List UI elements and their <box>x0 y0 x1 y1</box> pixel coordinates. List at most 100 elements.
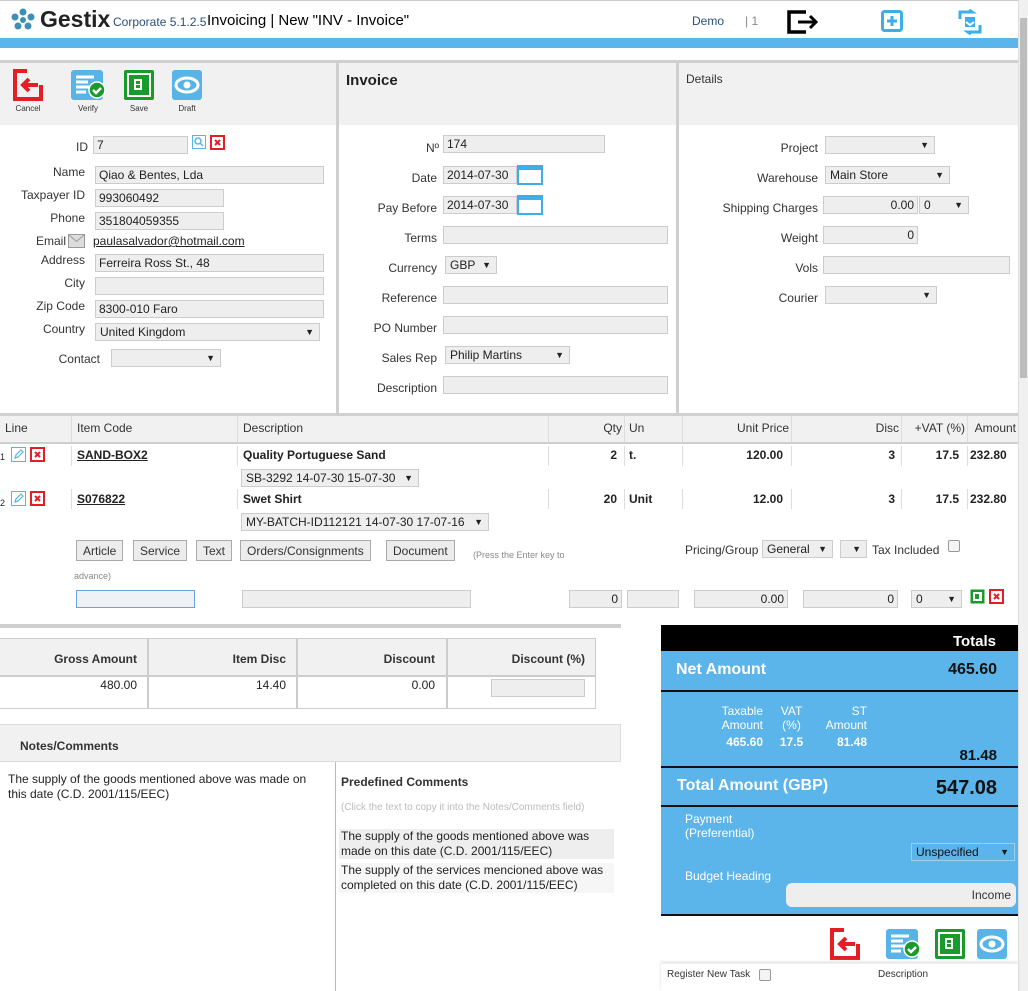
cancel-line-icon[interactable] <box>989 589 1004 604</box>
clear-customer-icon[interactable] <box>210 135 225 150</box>
details-panel-header <box>679 63 1018 125</box>
customer-id-input[interactable]: 7 <box>93 136 188 154</box>
zip-input[interactable]: 8300-010 Faro <box>95 300 324 318</box>
pay-before-input[interactable]: 2014-07-30 <box>443 196 517 214</box>
save-icon <box>124 70 154 100</box>
col-item-code: Item Code <box>77 421 133 435</box>
amount: 232.80 <box>970 492 1007 506</box>
address-label: Address <box>40 253 85 267</box>
calendar-icon[interactable] <box>517 165 543 185</box>
terms-label: Terms <box>404 231 437 245</box>
draft-eye-icon <box>172 70 202 100</box>
discount-header: Discount <box>383 652 435 666</box>
country-select[interactable]: United Kingdom ▼ <box>95 323 320 341</box>
user-name[interactable]: Demo <box>692 14 724 28</box>
col-unit-price: Unit Price <box>736 421 789 435</box>
project-select[interactable]: ▼ <box>825 136 935 154</box>
col-amount: Amount <box>974 421 1016 435</box>
new-vat-select[interactable]: 0 ▼ <box>911 590 962 608</box>
cancel-button[interactable]: Cancel <box>8 68 48 113</box>
col-vat: +VAT (%) <box>914 421 965 435</box>
new-qty-input[interactable]: 0 <box>569 590 622 608</box>
po-input[interactable] <box>443 316 668 334</box>
payment-select[interactable]: Unspecified ▼ <box>911 843 1015 861</box>
number-label: Nº <box>425 141 439 155</box>
reference-input[interactable] <box>443 286 668 304</box>
delete-icon[interactable] <box>30 447 45 462</box>
vat-pct-value: 17.5 <box>779 735 804 749</box>
currency-value: GBP <box>450 258 476 272</box>
new-unit-input[interactable] <box>627 590 679 608</box>
project-label: Project <box>780 141 818 155</box>
total-amount-value: 547.08 <box>935 777 997 799</box>
shipping-input[interactable]: 0.00 <box>823 196 918 214</box>
delete-icon[interactable] <box>30 491 45 506</box>
envelope-icon[interactable] <box>68 234 85 248</box>
budget-heading-input[interactable]: Income <box>786 883 1016 907</box>
chevron-down-icon: ▼ <box>1000 847 1009 857</box>
pricing-sub-select[interactable]: ▼ <box>840 540 867 558</box>
terms-input[interactable] <box>443 226 668 244</box>
edit-icon[interactable] <box>11 447 26 462</box>
batch-select[interactable]: SB-3292 14-07-30 15-07-30 ▼ <box>241 469 419 487</box>
address-input[interactable]: Ferreira Ross St., 48 <box>95 254 324 272</box>
email-link[interactable]: paulasalvador@hotmail.com <box>93 234 245 248</box>
verify-bottom-icon[interactable] <box>883 927 923 961</box>
draft-button[interactable]: Draft <box>167 68 207 113</box>
discount-pct-input[interactable] <box>491 679 585 697</box>
invoice-number-input[interactable]: 174 <box>443 135 605 153</box>
description-input[interactable] <box>443 376 668 394</box>
new-description-input[interactable] <box>242 590 471 608</box>
item-description: Quality Portuguese Sand <box>243 448 386 462</box>
shipping-tax-select[interactable]: 0 ▼ <box>919 196 969 214</box>
app-logo[interactable]: Gestix <box>10 6 110 33</box>
col-un: Un <box>629 421 645 435</box>
notes-textarea[interactable]: The supply of the goods mentioned above … <box>8 772 328 802</box>
cancel-bottom-icon[interactable] <box>828 927 862 961</box>
new-price-input[interactable]: 0.00 <box>694 590 788 608</box>
city-input[interactable] <box>95 277 324 295</box>
currency-select[interactable]: GBP ▼ <box>445 256 497 274</box>
taxpayer-input[interactable]: 993060492 <box>95 189 224 207</box>
new-item-code-input[interactable] <box>76 590 195 608</box>
name-input[interactable]: Qiao & Bentes, Lda <box>95 166 324 184</box>
chevron-down-icon: ▼ <box>482 260 491 270</box>
phone-input[interactable]: 351804059355 <box>95 212 224 230</box>
tax-included-checkbox[interactable] <box>948 540 960 552</box>
sales-rep-select[interactable]: Philip Martins ▼ <box>445 346 570 364</box>
predefined-comment[interactable]: The supply of the services mencioned abo… <box>339 863 614 893</box>
verify-button[interactable]: Verify <box>68 68 108 113</box>
search-icon[interactable] <box>192 135 206 149</box>
item-code-link[interactable]: SAND-BOX2 <box>77 448 148 462</box>
new-disc-input[interactable]: 0 <box>803 590 898 608</box>
new-window-icon[interactable] <box>880 9 904 33</box>
vat: 17.5 <box>935 492 959 506</box>
weight-input[interactable]: 0 <box>823 226 918 244</box>
verify-label: Verify <box>77 104 98 113</box>
batch-select[interactable]: MY-BATCH-ID112121 14-07-30 17-07-16 ▼ <box>241 513 489 531</box>
calendar-icon[interactable] <box>517 195 543 215</box>
register-task-checkbox[interactable] <box>759 969 771 981</box>
summary-table: Gross Amount Item Disc Discount Discount… <box>0 638 596 709</box>
batch-value: SB-3292 14-07-30 15-07-30 <box>246 471 396 485</box>
predefined-comment[interactable]: The supply of the goods mentioned above … <box>339 829 614 859</box>
verify-icon <box>71 70 106 100</box>
edit-icon[interactable] <box>11 491 26 506</box>
date-input[interactable]: 2014-07-30 <box>443 166 517 184</box>
save-line-icon[interactable] <box>970 589 985 604</box>
pricing-select[interactable]: General ▼ <box>762 540 833 558</box>
logout-icon[interactable] <box>786 9 824 35</box>
item-code-link[interactable]: S076822 <box>77 492 125 506</box>
contact-select[interactable]: ▼ <box>111 349 221 367</box>
country-label: Country <box>42 322 85 336</box>
cancel-icon <box>13 69 43 101</box>
draft-bottom-icon[interactable] <box>975 927 1009 961</box>
courier-select[interactable]: ▼ <box>825 286 937 304</box>
warehouse-select[interactable]: Main Store ▼ <box>825 166 950 184</box>
save-bottom-icon[interactable] <box>933 927 967 961</box>
refresh-icon[interactable] <box>957 9 983 35</box>
predefined-hint: (Click the text to copy it into the Note… <box>341 802 585 813</box>
save-button[interactable]: Save <box>119 68 159 113</box>
vols-input[interactable] <box>823 256 1010 274</box>
scrollbar-thumb[interactable] <box>1020 18 1027 378</box>
